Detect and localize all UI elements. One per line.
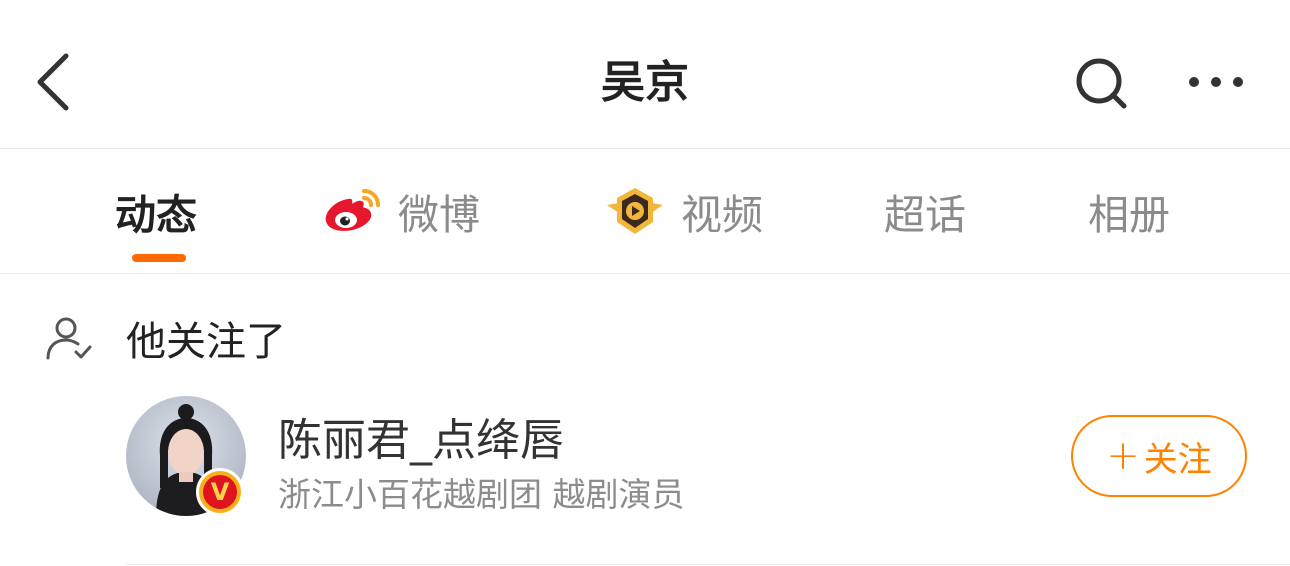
more-dots-icon	[1189, 77, 1243, 87]
more-button[interactable]	[1186, 70, 1246, 94]
tab-video[interactable]: 视频	[605, 149, 763, 273]
tab-album[interactable]: 相册	[1088, 149, 1170, 273]
verified-badge-label: V	[203, 475, 237, 509]
following-section-header: 他关注了	[44, 308, 286, 368]
search-button[interactable]	[1072, 54, 1132, 114]
plus-icon: +	[1106, 433, 1140, 479]
follow-label: 关注	[1143, 439, 1212, 480]
tab-weibo[interactable]: 微博	[322, 149, 480, 273]
divider	[126, 564, 1290, 565]
user-name[interactable]: 陈丽君_点绛唇	[278, 404, 564, 468]
section-title: 他关注了	[126, 319, 286, 365]
profile-tabs: 动态 微博 视频 超话 相册	[0, 149, 1290, 274]
active-tab-indicator	[132, 254, 186, 262]
tab-label: 微博	[398, 191, 480, 239]
user-check-icon	[46, 317, 92, 360]
follow-button[interactable]: + 关注	[1071, 415, 1247, 497]
tab-chaohua[interactable]: 超话	[884, 149, 966, 273]
tab-label: 视频	[681, 191, 763, 239]
weibo-logo-icon	[322, 187, 382, 235]
back-arrow-icon	[37, 53, 69, 111]
back-button[interactable]	[30, 50, 82, 114]
tab-label: 超话	[884, 191, 966, 239]
list-item-user[interactable]: V 陈丽君_点绛唇 浙江小百花越剧团 越剧演员 + 关注	[126, 396, 1266, 520]
verified-badge: V	[196, 468, 244, 516]
tab-label: 相册	[1088, 191, 1170, 239]
search-icon	[1076, 58, 1127, 109]
tab-label: 动态	[115, 191, 197, 239]
top-bar: 吴京	[0, 0, 1290, 149]
user-description: 浙江小百花越剧团 越剧演员	[278, 475, 685, 514]
video-play-badge-icon	[605, 185, 665, 237]
